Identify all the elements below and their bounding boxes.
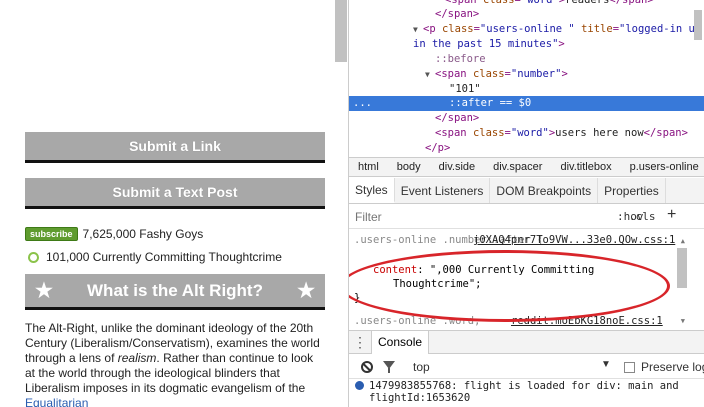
info-icon [355,381,364,390]
scroll-down-arrow-icon[interactable]: ▼ [681,314,685,328]
preserve-log-label: Preserve log [641,360,704,374]
users-online-count: 101,000 Currently Committing Thoughtcrim… [46,250,282,264]
dom-node[interactable]: ▼ <span class="number"> [349,67,704,82]
scroll-up-arrow-icon[interactable]: ▲ [681,234,685,248]
equalitarian-link[interactable]: Equalitarian [25,396,88,407]
console-drawer-tabs: ⋮ Console [349,330,704,354]
star-icon: ★ [35,280,53,302]
elements-dom-tree[interactable]: <span class="word">readers</span> </span>… [349,0,704,157]
preserve-log-checkbox[interactable] [624,362,635,373]
dom-node[interactable]: <span class="word">users here now</span> [349,126,704,141]
breadcrumb-item[interactable]: body [388,161,430,173]
dom-node[interactable]: ::before [349,52,704,67]
chevron-down-icon[interactable]: ▼ [601,359,611,370]
alt-right-description: The Alt-Right, unlike the dominant ideol… [25,321,325,407]
drawer-menu-icon[interactable]: ⋮ [349,334,371,351]
page-scrollbar[interactable] [335,0,347,62]
users-online-row: 101,000 Currently Committing Thoughtcrim… [25,249,282,265]
dom-node[interactable]: ▼ <p class="users-online " title="logged-… [349,22,704,37]
console-log-entry: 1479983855768: flight is loaded for div:… [349,380,704,407]
tab-styles[interactable]: Styles [349,178,395,203]
tab-properties[interactable]: Properties [598,178,666,203]
rule-source-link[interactable]: reddit.moEbKG18noE.css:1 [511,314,663,328]
context-select[interactable]: top [413,360,430,374]
breadcrumb-item[interactable]: html [349,161,388,173]
styles-scrollbar[interactable] [677,248,687,288]
dom-breadcrumbs: html body div.side div.spacer div.titleb… [349,157,704,177]
clear-console-icon[interactable] [361,361,373,373]
selected-node-marker: ... [353,97,372,109]
subscriber-count: 7,625,000 Fashy Goys [82,227,204,241]
breadcrumb-item[interactable]: div.titlebox [551,161,620,173]
what-is-alt-right-header: ★ What is the Alt Right? ★ [25,274,325,310]
reddit-sidebar: Submit a Link Submit a Text Post subscri… [0,0,348,407]
css-declaration[interactable]: content: ",000 Currently Committing [373,263,594,277]
online-dot-icon [28,251,39,263]
dom-node[interactable]: in the past 15 minutes"> [349,37,704,52]
tab-console[interactable]: Console [371,330,430,354]
styles-filter-bar: :hov .cls + [349,205,704,229]
dom-tree-scrollbar[interactable] [694,10,702,40]
css-declaration-cont: Thoughtcrime"; [393,278,482,290]
new-style-rule-plus-icon[interactable]: + [667,206,676,224]
subscribe-row: subscribe 7,625,000 Fashy Goys [25,226,203,242]
dom-node[interactable]: </span> [349,111,704,126]
styles-filter-input[interactable] [355,209,575,225]
rule-source-link[interactable]: j0XAQ4pnr7To9VW...33e0.QOw.css:1 [473,233,675,247]
rule-close-brace: } [354,292,361,304]
tab-dom-breakpoints[interactable]: DOM Breakpoints [490,178,599,203]
breadcrumb-item[interactable]: p.users-online [621,161,704,173]
dom-node[interactable]: </span> [349,7,704,22]
console-toolbar: top ▼ Preserve log [349,355,704,379]
dom-node[interactable]: </p> [349,141,704,156]
tab-event-listeners[interactable]: Event Listeners [395,178,491,203]
star-icon: ★ [297,280,315,302]
breadcrumb-item[interactable]: div.spacer [484,161,551,173]
styles-pane: .users-online .number::after { j0XAQ4pnr… [349,230,704,328]
rule-selector: .users-online .word, [354,315,481,327]
console-message: 1479983855768: flight is loaded for div:… [369,380,679,404]
dom-node-selected[interactable]: ::after == $0... [349,96,704,111]
submit-link-button[interactable]: Submit a Link [25,132,325,163]
class-toggle[interactable]: .cls [629,210,656,223]
breadcrumb-item[interactable]: div.side [430,161,484,173]
filter-funnel-icon[interactable] [383,361,395,373]
subscribe-button[interactable]: subscribe [25,227,78,241]
submit-text-post-button[interactable]: Submit a Text Post [25,178,325,209]
what-is-alt-right-title: What is the Alt Right? [87,280,263,300]
sidebar-tabs: Styles Event Listeners DOM Breakpoints P… [349,178,704,204]
devtools-panel: <span class="word">readers</span> </span>… [348,0,704,407]
dom-node[interactable]: "101" [349,82,704,97]
